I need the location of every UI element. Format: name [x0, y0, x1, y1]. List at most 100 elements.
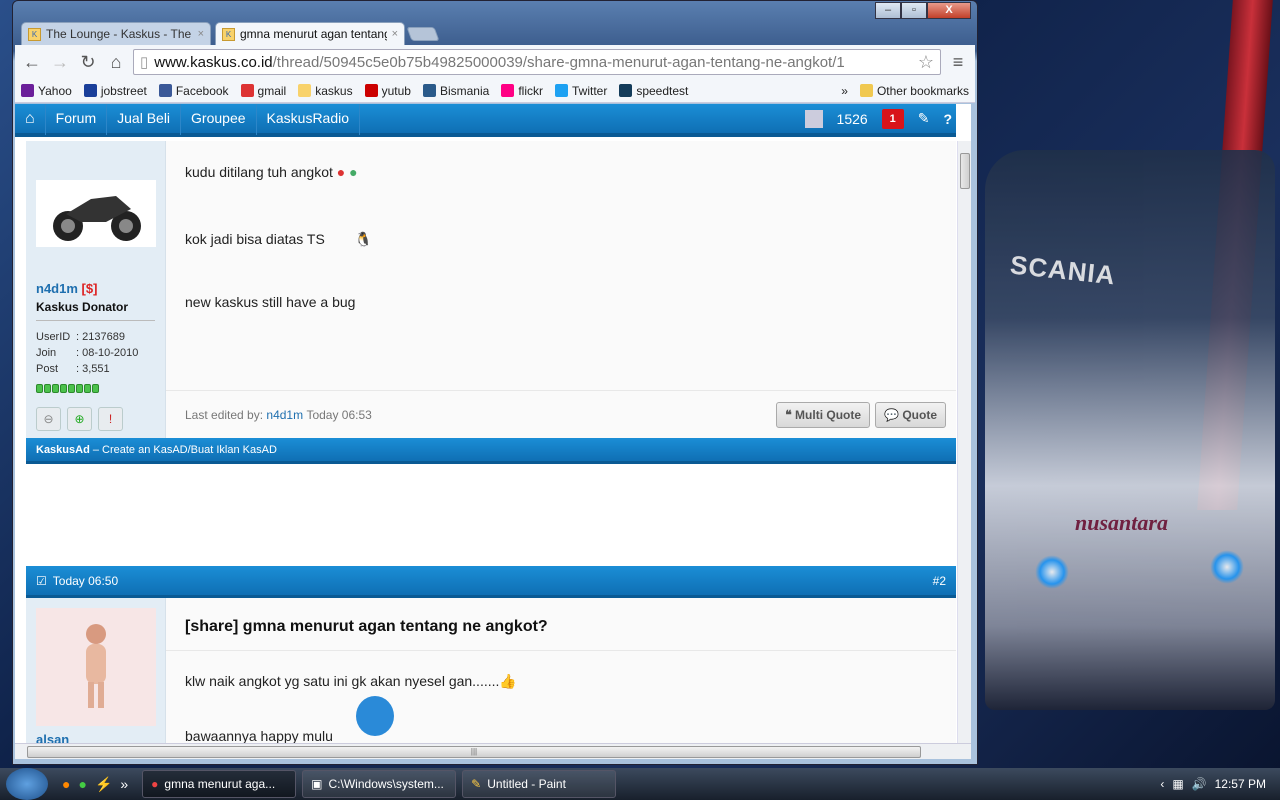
reputation-pip	[36, 384, 43, 393]
editor-link[interactable]: n4d1m	[266, 408, 303, 422]
post-title: [share] gmna menurut agan tentang ne ang…	[185, 618, 548, 635]
tab-thread[interactable]: Kgmna menurut agan tentang ×	[215, 22, 405, 45]
user-sidebar: n4d1m [$] Kaskus Donator UserID: 2137689…	[26, 141, 166, 438]
chrome-icon[interactable]: ●	[78, 776, 86, 793]
bus-name: nusantara	[1075, 510, 1168, 535]
checkbox-icon[interactable]: ☑	[36, 574, 47, 588]
pencil-icon[interactable]: ✎	[918, 110, 930, 127]
bookmark-facebook[interactable]: Facebook	[158, 83, 229, 98]
new-tab-button[interactable]	[406, 27, 440, 41]
edited-label: Last edited by:	[185, 407, 264, 422]
network-icon[interactable]: ▦	[1172, 777, 1183, 791]
stat-value: : 3,551	[76, 363, 110, 375]
post-number[interactable]: #2	[933, 574, 946, 588]
close-window-button[interactable]: X	[927, 2, 971, 19]
close-tab-icon[interactable]: ×	[392, 28, 398, 40]
taskbar-cmd[interactable]: ▣ C:\Windows\system...	[302, 770, 457, 798]
nav-jual-beli[interactable]: Jual Beli	[107, 104, 182, 135]
notification-badge[interactable]: 1	[881, 108, 904, 129]
kaskusad-brand[interactable]: KaskusAd	[36, 444, 90, 456]
nav-groupee[interactable]: Groupee	[181, 104, 257, 135]
blue-emoticon-icon	[356, 696, 394, 736]
user-stat: UserID: 2137689	[36, 329, 155, 345]
user-avatar-small[interactable]	[804, 109, 823, 128]
penguin-emoticon-icon: 🐧	[354, 231, 373, 247]
taskbar-paint[interactable]: ✎ Untitled - Paint	[462, 770, 617, 798]
vertical-scroll-thumb[interactable]	[960, 153, 970, 189]
winamp-icon[interactable]: ⚡	[95, 776, 112, 793]
bookmark-kaskus[interactable]: kaskus	[298, 83, 353, 98]
clock[interactable]: 12:57 PM	[1215, 777, 1266, 791]
kaskusad-bar: KaskusAd – Create an KasAD/Buat Iklan Ka…	[26, 438, 956, 464]
post-text: bawaannya happy mulu	[185, 728, 333, 744]
help-icon[interactable]: ?	[943, 111, 952, 127]
reputation-pip	[68, 384, 75, 393]
maximize-button[interactable]: ▫	[901, 2, 927, 19]
soldier-emoticon-icon: ●	[349, 164, 358, 180]
quicklaunch-overflow[interactable]: »	[120, 776, 128, 793]
forward-icon[interactable]: →	[49, 52, 71, 73]
kaskusad-link[interactable]: – Create an KasAD/Buat Iklan KasAD	[90, 444, 277, 456]
bookmark-yahoo[interactable]: Yahoo	[21, 83, 72, 98]
quote-button[interactable]: 💬 Quote	[875, 401, 946, 428]
bookmark-icon	[364, 83, 378, 97]
bookmark-label: Bismania	[439, 83, 490, 98]
home-icon[interactable]: ⌂	[15, 104, 46, 135]
paint-icon: ✎	[471, 777, 482, 791]
add-friend-icon[interactable]: ⊕	[67, 407, 92, 431]
report-icon[interactable]: !	[98, 407, 123, 431]
taskbar-chrome[interactable]: ● gmna menurut aga...	[142, 770, 297, 798]
bookmark-bismania[interactable]: Bismania	[422, 83, 490, 98]
vertical-scrollbar[interactable]	[957, 141, 971, 744]
post-body: [share] gmna menurut agan tentang ne ang…	[166, 598, 956, 744]
home-icon[interactable]: ⌂	[105, 52, 127, 73]
other-bookmarks[interactable]: Other bookmarks	[859, 83, 969, 98]
reputation-bar	[36, 384, 155, 393]
bookmark-label: yutub	[381, 83, 411, 98]
post-2-header: ☑ Today 06:50 #2	[26, 566, 956, 598]
horizontal-scroll-thumb[interactable]: |||	[27, 746, 921, 758]
multi-quote-button[interactable]: ❝ Multi Quote	[776, 401, 871, 428]
url-domain: www.kaskus.co.id	[154, 53, 273, 71]
reputation-pip	[44, 384, 51, 393]
headlight	[1035, 555, 1069, 589]
bookmark-label: kaskus	[315, 83, 353, 98]
bookmarks-overflow[interactable]: »	[841, 84, 848, 98]
minimize-button[interactable]: –	[875, 2, 901, 19]
web-page: ⌂ Forum Jual Beli Groupee KaskusRadio 15…	[15, 104, 971, 744]
nav-kaskusradio[interactable]: KaskusRadio	[257, 104, 361, 135]
avatar	[36, 608, 156, 726]
nav-forum[interactable]: Forum	[46, 104, 108, 135]
post-text: new kaskus still have a bug	[185, 294, 356, 310]
page-icon: ▯	[140, 54, 149, 71]
bookmark-flickr[interactable]: flickr	[501, 83, 543, 98]
bookmark-star-icon[interactable]: ☆	[918, 52, 934, 73]
system-tray: ‹ ▦ 🔊 12:57 PM	[1160, 777, 1280, 791]
bookmark-label: gmail	[257, 83, 287, 98]
bookmark-speedtest[interactable]: speedtest	[619, 83, 688, 98]
horizontal-scrollbar[interactable]: |||	[15, 743, 971, 759]
volume-icon[interactable]: 🔊	[1192, 777, 1207, 791]
taskbar-label: C:\Windows\system...	[328, 777, 444, 791]
bookmark-yutub[interactable]: yutub	[364, 83, 411, 98]
username-link[interactable]: n4d1m	[36, 281, 78, 296]
quote-label: Quote	[902, 407, 937, 422]
back-icon[interactable]: ←	[21, 52, 43, 73]
tray-expand-icon[interactable]: ‹	[1160, 777, 1164, 791]
reload-icon[interactable]: ↻	[77, 52, 99, 73]
menu-icon[interactable]: ≡	[947, 52, 969, 73]
start-button[interactable]	[6, 768, 48, 800]
close-tab-icon[interactable]: ×	[198, 28, 204, 40]
user-count: 1526	[836, 110, 868, 127]
bookmark-jobstreet[interactable]: jobstreet	[83, 83, 147, 98]
tab-the-lounge[interactable]: K The Lounge - Kaskus - The ×	[21, 22, 211, 45]
block-user-icon[interactable]: ⊖	[36, 407, 61, 431]
browser-window: – ▫ X K The Lounge - Kaskus - The × Kgmna …	[12, 0, 978, 765]
bookmark-twitter[interactable]: Twitter	[554, 83, 607, 98]
reputation-pip	[84, 384, 91, 393]
address-bar[interactable]: ▯ www.kaskus.co.id/thread/50945c5e0b75b4…	[133, 49, 941, 75]
firefox-icon[interactable]: ●	[62, 776, 70, 793]
kaskus-favicon: K	[28, 27, 41, 41]
bookmark-gmail[interactable]: gmail	[240, 83, 287, 98]
donor-tag: [$]	[81, 281, 98, 296]
